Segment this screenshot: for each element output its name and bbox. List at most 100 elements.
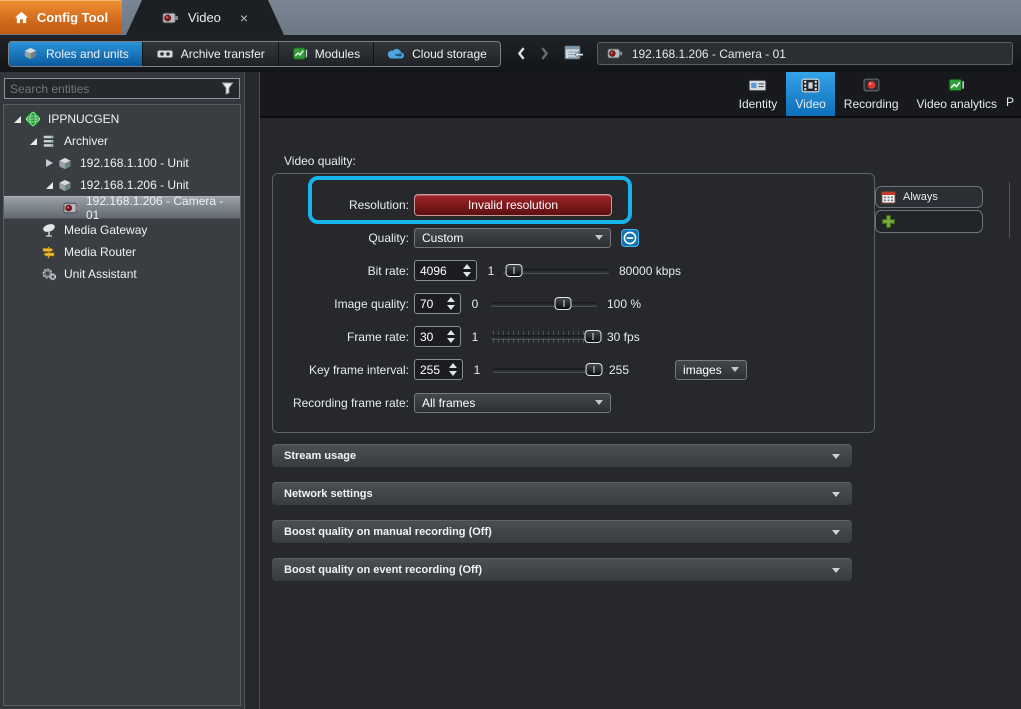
bit-rate-value: 4096 bbox=[415, 264, 458, 278]
config-tool-button[interactable]: Config Tool bbox=[0, 0, 122, 34]
analytics-icon bbox=[948, 78, 965, 93]
tree-item-archiver[interactable]: Archiver bbox=[4, 130, 240, 152]
expanded-arrow-icon[interactable] bbox=[30, 138, 37, 145]
roles-and-units-button[interactable]: Roles and units bbox=[9, 42, 143, 66]
spin-down-icon[interactable] bbox=[447, 305, 455, 310]
tree-item-media-router[interactable]: Media Router bbox=[4, 241, 240, 263]
tab-recording[interactable]: Recording bbox=[835, 72, 908, 116]
frame-rate-spinner[interactable]: 30 bbox=[414, 326, 461, 347]
tree-item-unit-100[interactable]: 192.168.1.100 - Unit bbox=[4, 152, 240, 174]
spin-up-icon[interactable] bbox=[463, 264, 471, 269]
toolbar-button-label: Archive transfer bbox=[181, 47, 265, 61]
tree-item-label: Archiver bbox=[64, 134, 108, 148]
video-settings-panel: Video quality: Resolution: Invalid resol… bbox=[260, 118, 1021, 709]
cloud-storage-button[interactable]: Cloud storage bbox=[374, 42, 500, 66]
tree-item-system[interactable]: IPPNUCGEN bbox=[4, 108, 240, 130]
search-box[interactable] bbox=[4, 78, 240, 99]
section-boost-manual-recording[interactable]: Boost quality on manual recording (Off) bbox=[272, 520, 852, 543]
schedule-always-label: Always bbox=[903, 191, 938, 203]
chevron-down-icon bbox=[832, 454, 840, 459]
slider-handle[interactable] bbox=[505, 264, 522, 277]
expanded-arrow-icon[interactable] bbox=[46, 182, 53, 189]
key-frame-interval-slider[interactable] bbox=[493, 362, 599, 378]
tree-item-label: IPPNUCGEN bbox=[48, 112, 119, 126]
search-input[interactable] bbox=[10, 82, 221, 96]
section-boost-event-recording[interactable]: Boost quality on event recording (Off) bbox=[272, 558, 852, 581]
collapsed-arrow-icon[interactable] bbox=[46, 159, 53, 167]
spin-down-icon[interactable] bbox=[463, 272, 471, 277]
tree-item-label: 192.168.1.206 - Unit bbox=[80, 178, 189, 192]
tab-video[interactable]: Video bbox=[786, 72, 834, 116]
slider-handle[interactable] bbox=[585, 363, 602, 376]
tree-item-label: 192.168.1.100 - Unit bbox=[80, 156, 189, 170]
bit-rate-row: Bit rate: 4096 1 80000 kbps bbox=[273, 260, 874, 281]
filmstrip-icon bbox=[800, 78, 821, 93]
section-network-settings[interactable]: Network settings bbox=[272, 482, 852, 505]
tab-label: Video analytics bbox=[917, 97, 998, 111]
recording-frame-rate-dropdown[interactable]: All frames bbox=[414, 393, 611, 413]
spin-up-icon[interactable] bbox=[447, 297, 455, 302]
forward-icon[interactable] bbox=[540, 47, 549, 60]
filter-icon[interactable] bbox=[221, 82, 234, 95]
gears-icon bbox=[41, 267, 59, 282]
tree-item-unit-assistant[interactable]: Unit Assistant bbox=[4, 263, 240, 285]
entity-sidebar: IPPNUCGEN Archiver 192.168.1.100 - Unit … bbox=[0, 72, 244, 709]
bit-rate-spinner[interactable]: 4096 bbox=[414, 260, 477, 281]
tree-item-camera-01[interactable]: 192.168.1.206 - Camera - 01 bbox=[4, 196, 240, 219]
doc-tab-label: Video bbox=[188, 10, 221, 25]
key-frame-interval-spinner[interactable]: 255 bbox=[414, 359, 463, 380]
expanded-arrow-icon[interactable] bbox=[14, 116, 21, 123]
quality-dropdown[interactable]: Custom bbox=[414, 228, 611, 248]
home-icon bbox=[14, 11, 29, 24]
history-calendar-icon[interactable] bbox=[563, 44, 584, 64]
slider-handle[interactable] bbox=[555, 297, 572, 310]
video-quality-groupbox: Resolution: Invalid resolution Quality: … bbox=[272, 173, 875, 433]
spin-down-icon[interactable] bbox=[449, 371, 457, 376]
key-frame-unit-dropdown[interactable]: images bbox=[675, 360, 747, 380]
image-quality-slider[interactable] bbox=[491, 296, 597, 312]
spin-down-icon[interactable] bbox=[447, 338, 455, 343]
close-tab-icon[interactable]: × bbox=[240, 10, 248, 26]
image-quality-max: 100 % bbox=[607, 297, 641, 311]
modules-icon bbox=[292, 46, 308, 61]
unit-cube-icon bbox=[22, 46, 39, 61]
tab-identity[interactable]: Identity bbox=[730, 72, 787, 116]
toolbar-button-label: Modules bbox=[315, 47, 360, 61]
image-quality-row: Image quality: 70 0 100 % bbox=[273, 293, 874, 314]
tab-label: P bbox=[1006, 95, 1014, 109]
image-quality-spinner[interactable]: 70 bbox=[414, 293, 461, 314]
navigation-arrows bbox=[517, 47, 549, 60]
tab-label: Video bbox=[795, 97, 825, 111]
resolution-row: Resolution: Invalid resolution bbox=[273, 194, 874, 215]
add-schedule-button[interactable] bbox=[875, 210, 983, 233]
tab-video-analytics[interactable]: Video analytics bbox=[908, 72, 1007, 116]
back-icon[interactable] bbox=[517, 47, 526, 60]
spin-up-icon[interactable] bbox=[449, 363, 457, 368]
video-quality-title: Video quality: bbox=[284, 154, 356, 168]
toolbar: Roles and units Archive transfer Modules… bbox=[0, 35, 1021, 72]
globe-icon bbox=[25, 112, 43, 127]
remove-quality-icon[interactable] bbox=[621, 229, 639, 247]
bit-rate-slider[interactable] bbox=[503, 263, 609, 279]
slider-handle[interactable] bbox=[584, 330, 601, 343]
tab-partial[interactable]: P bbox=[1006, 72, 1021, 116]
sidebar-splitter[interactable] bbox=[244, 72, 260, 709]
config-tool-window: Config Tool Video × Roles and units Arch… bbox=[0, 0, 1021, 709]
image-quality-min: 0 bbox=[471, 297, 479, 311]
spin-up-icon[interactable] bbox=[447, 330, 455, 335]
archive-transfer-button[interactable]: Archive transfer bbox=[143, 42, 279, 66]
tab-label: Recording bbox=[844, 97, 899, 111]
tree-item-media-gateway[interactable]: Media Gateway bbox=[4, 219, 240, 241]
section-label: Stream usage bbox=[284, 450, 356, 462]
frame-rate-slider[interactable] bbox=[491, 329, 597, 345]
section-stream-usage[interactable]: Stream usage bbox=[272, 444, 852, 467]
key-frame-interval-row: Key frame interval: 255 1 255 images bbox=[273, 359, 874, 380]
modules-button[interactable]: Modules bbox=[279, 42, 374, 66]
main-area: IPPNUCGEN Archiver 192.168.1.100 - Unit … bbox=[0, 72, 1021, 709]
video-document-tab[interactable]: Video × bbox=[126, 0, 284, 35]
quality-row: Quality: Custom bbox=[273, 227, 874, 248]
archiver-icon bbox=[41, 134, 59, 149]
schedule-always-button[interactable]: Always bbox=[875, 186, 983, 208]
invalid-resolution-button[interactable]: Invalid resolution bbox=[414, 194, 612, 216]
entity-breadcrumb[interactable]: 192.168.1.206 - Camera - 01 bbox=[597, 42, 1013, 65]
